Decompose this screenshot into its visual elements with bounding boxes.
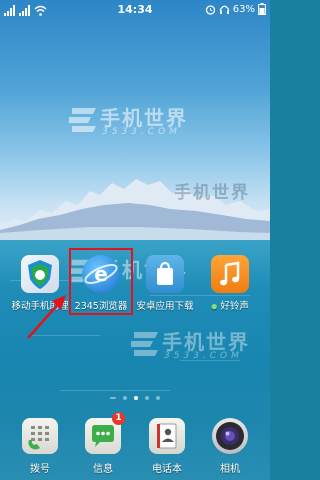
battery-icon — [258, 3, 266, 15]
watermark-top: 手机世界 3533.COM — [66, 104, 206, 144]
app-label: 信息 — [93, 464, 113, 475]
app-label: 安卓应用下载 — [136, 301, 194, 312]
dock-camera[interactable]: 相机 — [197, 418, 263, 475]
app-label: 电话本 — [152, 464, 182, 475]
page-dot-active[interactable] — [134, 396, 138, 400]
shield-icon — [21, 255, 59, 293]
status-right-icons: 63% — [205, 3, 266, 15]
battery-percent: 63% — [232, 3, 255, 15]
app-label: 拨号 — [30, 464, 50, 475]
app-ringtone[interactable]: ● 好铃声 — [197, 255, 263, 312]
page-dot[interactable] — [145, 396, 149, 400]
unread-badge: 1 — [112, 412, 125, 425]
highlight-box — [69, 248, 133, 315]
watermark-bottom: 手机世界 3533.COM — [128, 328, 268, 368]
page-indicator[interactable] — [0, 396, 270, 400]
dock-messages[interactable]: 信息 — [70, 418, 136, 475]
status-bar: 14:34 63% — [0, 0, 270, 20]
phone-dial-icon — [22, 418, 58, 454]
contacts-book-icon — [149, 418, 185, 454]
app-label: 相机 — [220, 464, 240, 475]
app-label: ● 好铃声 — [211, 301, 249, 312]
dock-dialer[interactable]: 拨号 — [7, 418, 73, 475]
app-label: 移动手机助理 — [11, 301, 69, 312]
dock: 拨号 信息 电话本 相机 — [0, 412, 270, 480]
headset-icon — [219, 5, 229, 14]
watermark-right: 手机世界 — [174, 183, 250, 203]
app-mobile-assistant[interactable]: 移动手机助理 — [7, 255, 73, 312]
watermark-logo-icon — [69, 108, 96, 132]
watermark-logo-icon — [131, 332, 158, 356]
dock-contacts[interactable]: 电话本 — [134, 418, 200, 475]
music-note-icon — [211, 255, 249, 293]
app-android-store[interactable]: 安卓应用下载 — [132, 255, 198, 312]
shopping-bag-icon — [146, 255, 184, 293]
camera-icon — [212, 418, 248, 454]
page-dot[interactable] — [123, 396, 127, 400]
page-dot[interactable] — [110, 397, 116, 399]
alarm-icon — [205, 4, 215, 15]
wallpaper — [0, 0, 270, 480]
page-dot[interactable] — [156, 396, 160, 400]
